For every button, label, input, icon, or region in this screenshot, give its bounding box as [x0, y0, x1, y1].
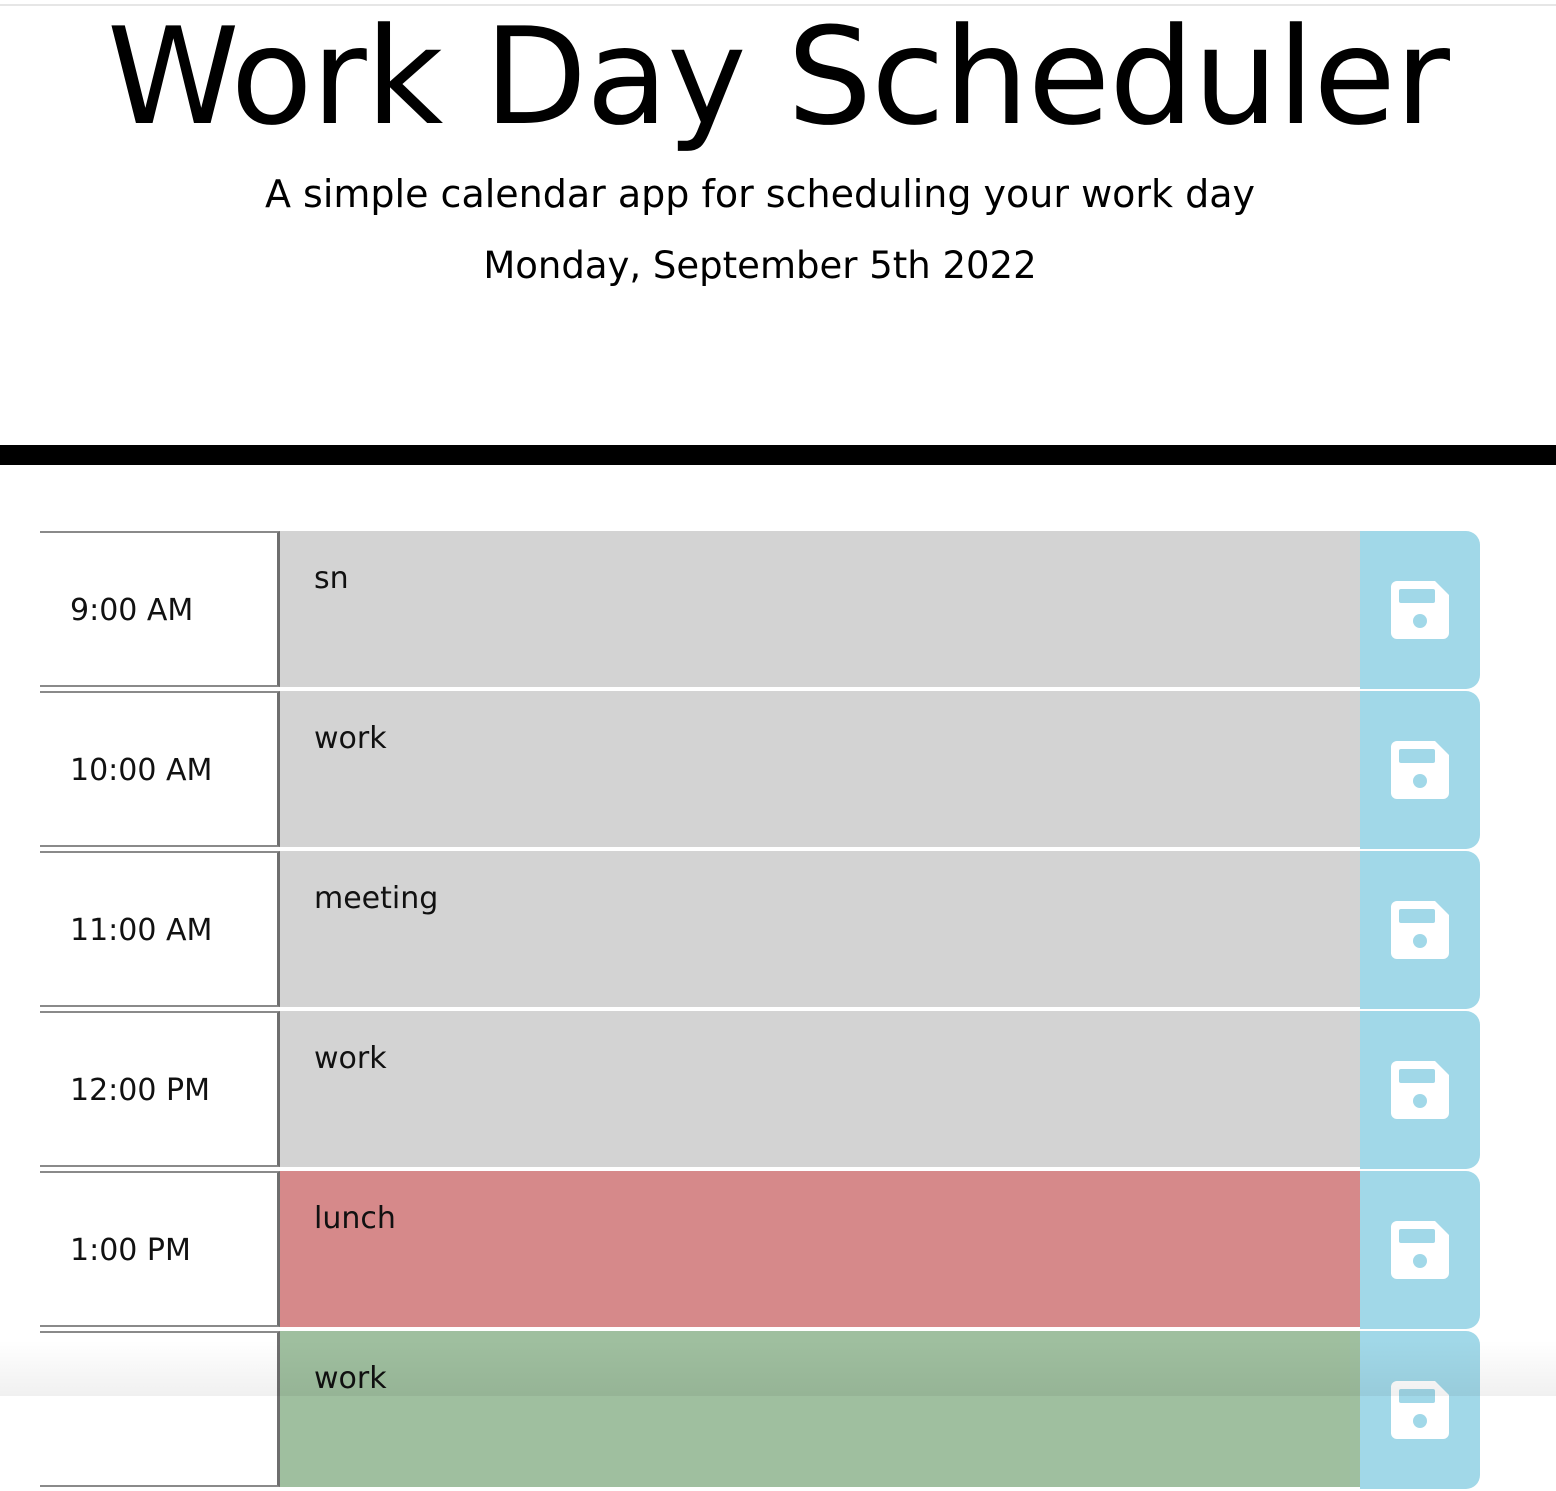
event-description-input[interactable]: work: [280, 1331, 1360, 1489]
event-description-input[interactable]: work: [280, 691, 1360, 849]
save-button[interactable]: [1360, 851, 1480, 1009]
header-divider: [0, 445, 1556, 465]
time-block: 10:00 AM work: [40, 691, 1480, 851]
save-button[interactable]: [1360, 1011, 1480, 1169]
hour-label: [40, 1331, 280, 1487]
floppy-disk-icon: [1391, 1381, 1449, 1439]
save-button[interactable]: [1360, 691, 1480, 849]
floppy-disk-icon: [1391, 741, 1449, 799]
save-button[interactable]: [1360, 1171, 1480, 1329]
time-block: work: [40, 1331, 1480, 1491]
page-header: Work Day Scheduler A simple calendar app…: [0, 0, 1556, 445]
time-block: 1:00 PM lunch: [40, 1171, 1480, 1331]
event-description-input[interactable]: lunch: [280, 1171, 1360, 1329]
save-button[interactable]: [1360, 1331, 1480, 1489]
page-subtitle: A simple calendar app for scheduling you…: [264, 172, 1256, 216]
floppy-disk-icon: [1391, 901, 1449, 959]
hour-label: 9:00 AM: [40, 531, 280, 687]
hour-label: 11:00 AM: [40, 851, 280, 1007]
floppy-disk-icon: [1391, 581, 1449, 639]
current-day: Monday, September 5th 2022: [483, 244, 1037, 287]
floppy-disk-icon: [1391, 1061, 1449, 1119]
save-button[interactable]: [1360, 531, 1480, 689]
event-description-input[interactable]: work: [280, 1011, 1360, 1169]
hour-label: 12:00 PM: [40, 1011, 280, 1167]
floppy-disk-icon: [1391, 1221, 1449, 1279]
event-description-input[interactable]: meeting: [280, 851, 1360, 1009]
schedule-container: 9:00 AM sn 10:00 AM work 11:00 AM meetin…: [40, 531, 1480, 1491]
time-block: 12:00 PM work: [40, 1011, 1480, 1171]
time-block: 11:00 AM meeting: [40, 851, 1480, 1011]
time-block: 9:00 AM sn: [40, 531, 1480, 691]
page-title: Work Day Scheduler: [107, 0, 1450, 155]
event-description-input[interactable]: sn: [280, 531, 1360, 689]
hour-label: 1:00 PM: [40, 1171, 280, 1327]
hour-label: 10:00 AM: [40, 691, 280, 847]
